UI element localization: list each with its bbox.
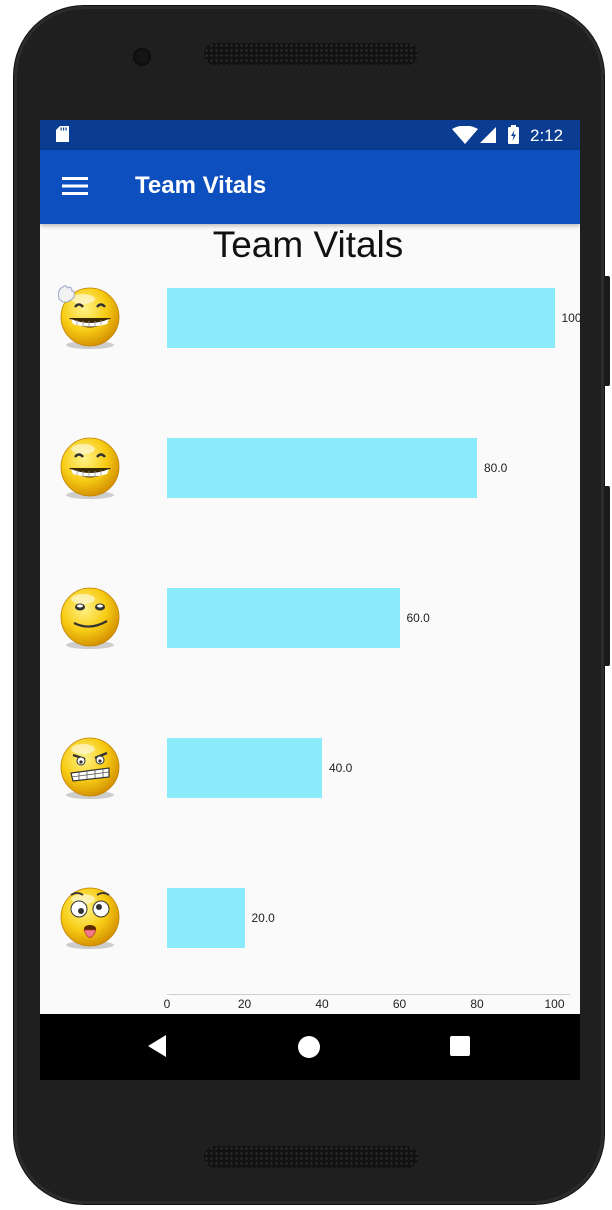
recents-icon[interactable]	[450, 1036, 470, 1056]
power-button	[604, 276, 610, 386]
bar-value-label: 20.0	[251, 911, 275, 925]
navigation-bar	[40, 1014, 580, 1080]
dizzy-tongue-out-emoji-icon	[57, 885, 123, 951]
cell-signal-icon	[480, 127, 496, 143]
x-tick-label: 0	[163, 997, 171, 1011]
grinning-emoji-icon	[57, 435, 123, 501]
app-title: Team Vitals	[135, 172, 267, 199]
bar-value-label: 100.0	[561, 311, 581, 325]
front-camera	[133, 48, 151, 66]
smiling-emoji-icon	[57, 585, 123, 651]
chart-title: Team Vitals	[212, 224, 404, 265]
bar	[167, 588, 400, 648]
status-time: 2:12	[530, 126, 564, 145]
bar-value-label: 80.0	[484, 461, 508, 475]
bar	[167, 738, 322, 798]
volume-button	[604, 486, 610, 666]
x-tick-label: 80	[470, 997, 484, 1011]
bar-value-label: 40.0	[329, 761, 353, 775]
screen: 2:12 Team Vitals Team Vitals 100 80.0 60…	[40, 120, 580, 1080]
bottom-speaker	[204, 1146, 418, 1168]
battery-charging-icon	[508, 125, 519, 144]
x-axis-line	[167, 994, 570, 995]
wifi-icon	[452, 126, 478, 144]
status-bar: 2:12	[40, 120, 580, 150]
back-icon[interactable]	[148, 1035, 168, 1057]
bar	[167, 288, 555, 348]
grimacing-emoji-icon	[57, 735, 123, 801]
bar-value-label: 60.0	[406, 611, 430, 625]
hamburger-menu-icon[interactable]	[62, 174, 88, 198]
home-icon[interactable]	[298, 1036, 320, 1058]
app-bar: Team Vitals	[40, 150, 580, 224]
x-tick-label: 100	[544, 997, 565, 1011]
x-tick-label: 40	[315, 997, 329, 1011]
bar	[167, 438, 477, 498]
x-tick-label: 60	[392, 997, 407, 1011]
x-tick-label: 20	[237, 997, 252, 1011]
sd-card-icon	[56, 126, 69, 142]
waving-laughing-emoji-icon	[57, 285, 123, 351]
bar	[167, 888, 245, 948]
top-speaker	[204, 43, 418, 65]
